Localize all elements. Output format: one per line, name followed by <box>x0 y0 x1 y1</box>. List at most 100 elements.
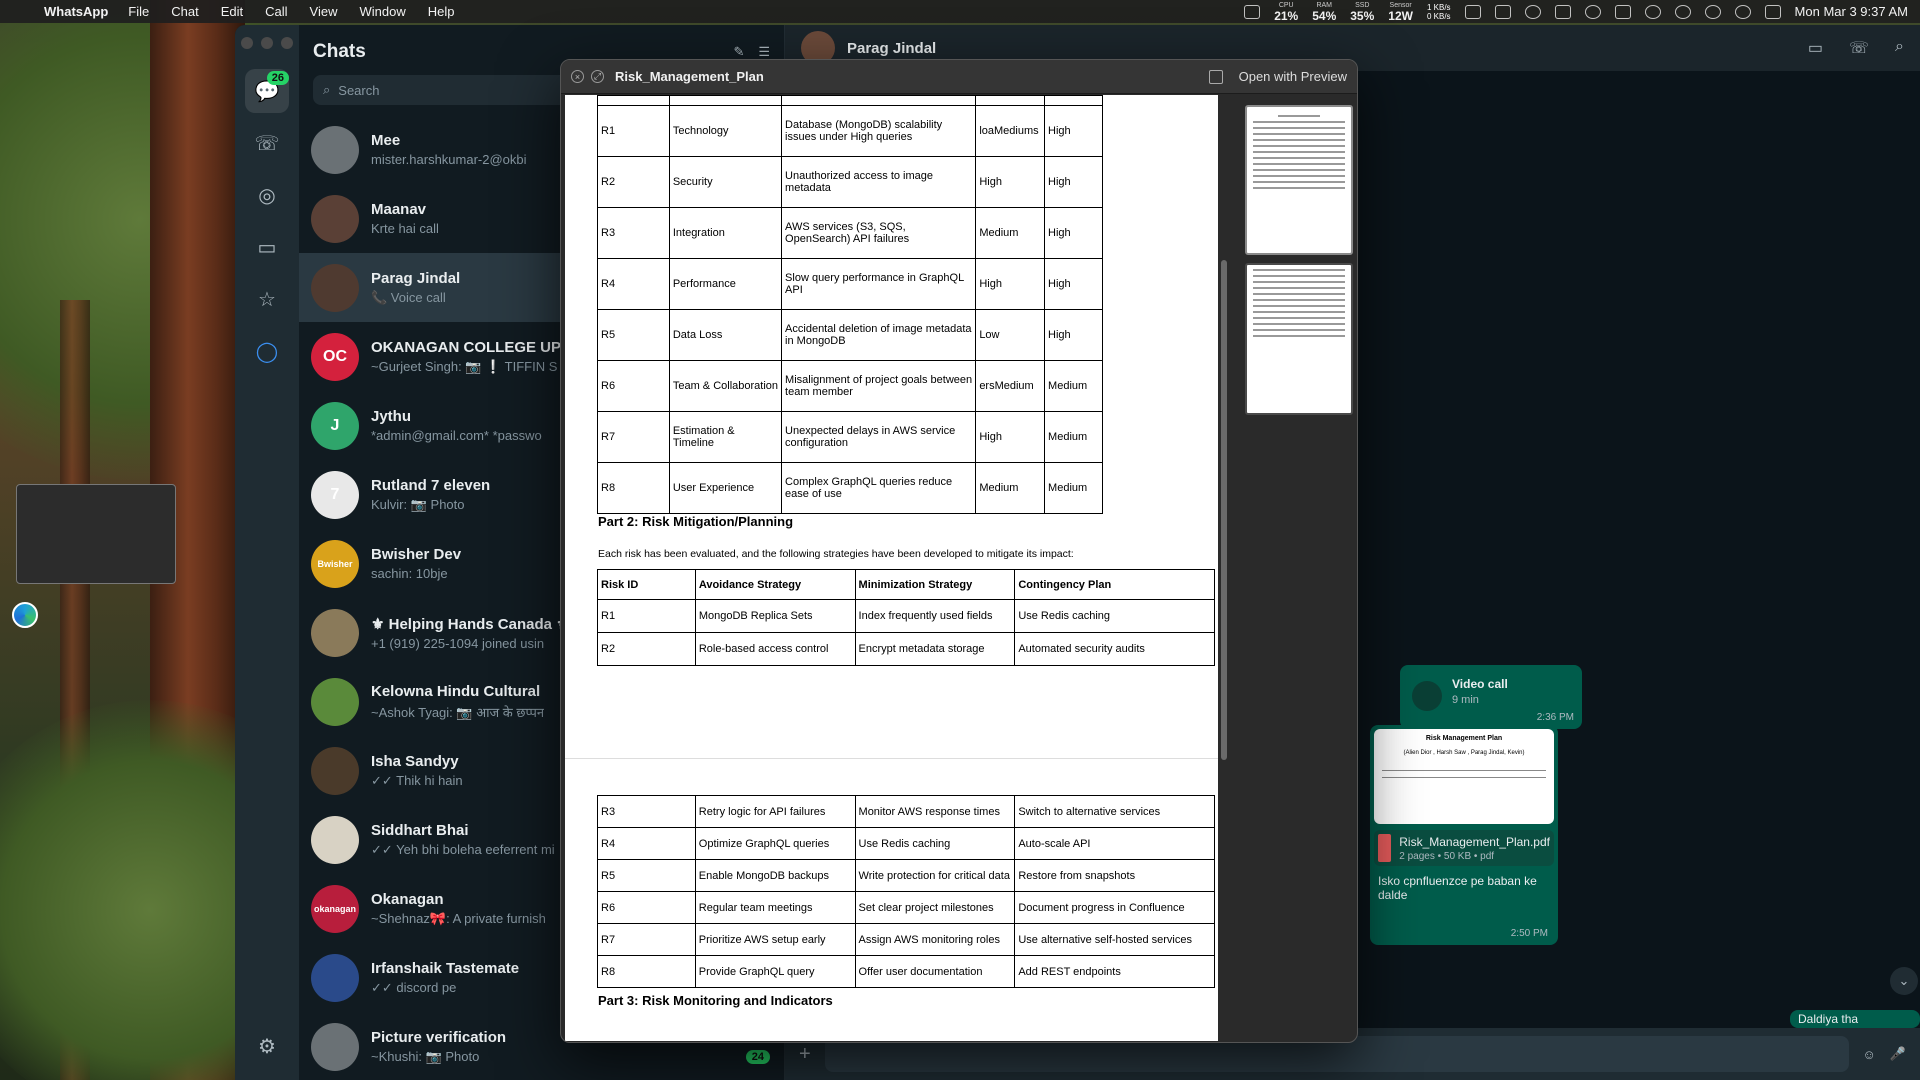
pdf-preview[interactable]: Risk Management Plan (Alien Dior , Harsh… <box>1374 729 1554 824</box>
filter-icon[interactable]: ☰ <box>758 44 770 60</box>
chats-tab[interactable]: 💬 26 <box>245 69 289 113</box>
risk-id-cell: R8 <box>597 462 670 514</box>
mitigation-contingency-cell: Use Redis caching <box>1014 599 1215 633</box>
starred-tab[interactable]: ☆ <box>245 277 289 321</box>
attach-icon[interactable]: + <box>799 1043 811 1066</box>
quicklook-window: × ⤢ Risk_Management_Plan Open with Previ… <box>560 59 1358 1043</box>
menu-view[interactable]: View <box>310 4 338 19</box>
contact-name[interactable]: Parag Jindal <box>847 40 936 57</box>
preview-scrollbar[interactable] <box>1221 260 1227 760</box>
mitigation-id-cell: R8 <box>597 955 696 988</box>
chat-avatar <box>311 125 359 174</box>
mitigation-contingency-cell: Restore from snapshots <box>1014 859 1215 892</box>
search-icon[interactable] <box>1734 4 1751 19</box>
menu-window[interactable]: Window <box>359 4 405 19</box>
cloud-icon[interactable] <box>1464 4 1481 19</box>
menu-edit[interactable]: Edit <box>221 4 243 19</box>
chat-name: Irfanshaik Tastemate <box>371 959 520 977</box>
notes-icon[interactable] <box>1494 4 1511 19</box>
risk-impact-cell: High <box>1044 156 1103 208</box>
new-chat-icon[interactable]: ✎ <box>733 44 744 60</box>
video-call-icon[interactable]: ▭ <box>1808 38 1823 58</box>
sensor-stat[interactable]: Sensor 12W <box>1388 1 1413 22</box>
ram-stat[interactable]: RAM 54% <box>1312 1 1336 22</box>
open-with-preview-button[interactable]: Open with Preview <box>1239 69 1347 84</box>
risk-probability-cell: ersMedium <box>975 360 1046 412</box>
video-call-duration: 9 min <box>1452 694 1479 706</box>
control-center-icon[interactable] <box>1764 4 1781 19</box>
video-call-bubble[interactable]: Video call 9 min 2:36 PM <box>1400 665 1582 729</box>
phone-icon: ☏ <box>254 132 280 155</box>
mitigation-id-cell: R1 <box>597 599 696 633</box>
search-icon: ⌕ <box>323 82 331 97</box>
risk-row: R1 Technology Database (MongoDB) scalabili… <box>597 105 1103 157</box>
chat-last-message: *admin@gmail.com* *passwo <box>371 428 542 443</box>
battery-icon[interactable] <box>1244 4 1261 19</box>
mitigation-minimize-cell: Encrypt metadata storage <box>854 632 1016 666</box>
risk-category-cell: Data Loss <box>668 309 783 361</box>
fullscreen-preview-button[interactable]: ⤢ <box>591 70 604 83</box>
microphone-icon[interactable]: 🎤 <box>1890 1046 1906 1062</box>
risk-impact-cell: High <box>1044 309 1103 361</box>
mitigation-id-cell: R7 <box>597 923 696 956</box>
share-icon[interactable] <box>1208 69 1223 84</box>
archived-tab[interactable]: ▭ <box>245 225 289 269</box>
search-chat-icon[interactable]: ⌕ <box>1895 38 1904 58</box>
settings-tab[interactable]: ⚙ <box>245 1024 289 1068</box>
wifi-icon[interactable] <box>1674 4 1691 19</box>
star-icon: ☆ <box>258 288 276 311</box>
emoji-icon[interactable]: ☺ <box>1863 1047 1876 1062</box>
chat-name: OKANAGAN COLLEGE UPD <box>371 338 572 356</box>
last-message-text: Daldiya tha <box>1798 1012 1859 1026</box>
edge-browser-icon[interactable] <box>12 602 38 628</box>
mitigation-contingency-cell: Switch to alternative services <box>1014 795 1215 828</box>
user-icon[interactable] <box>1704 4 1721 19</box>
minimize-window-button[interactable] <box>261 37 273 49</box>
mitigation-avoid-cell: Provide GraphQL query <box>694 955 856 988</box>
menu-help[interactable]: Help <box>428 4 455 19</box>
volume-icon[interactable] <box>1614 4 1631 19</box>
close-window-button[interactable] <box>241 37 253 49</box>
close-preview-button[interactable]: × <box>571 70 584 83</box>
menu-chat[interactable]: Chat <box>171 4 198 19</box>
menu-call[interactable]: Call <box>265 4 287 19</box>
network-stat[interactable]: 1 KB/s 0 KB/s <box>1427 3 1451 21</box>
window-controls <box>241 37 293 49</box>
quicklook-titlebar: × ⤢ Risk_Management_Plan Open with Previ… <box>561 60 1357 94</box>
menu-file[interactable]: File <box>128 4 149 19</box>
page-thumbnail-1[interactable] <box>1245 105 1353 255</box>
document-message[interactable]: Risk Management Plan (Alien Dior , Harsh… <box>1370 725 1558 945</box>
last-message[interactable]: Daldiya tha <box>1790 1010 1920 1028</box>
voice-call-icon[interactable]: ☏ <box>1849 38 1869 58</box>
risk-category-cell: Security <box>668 156 783 208</box>
nav-rail: 💬 26 ☏ ◎ ▭ ☆ ◯ ⚙ <box>235 25 299 1080</box>
timer-icon[interactable] <box>1524 4 1541 19</box>
chat-last-message: Krte hai call <box>371 221 439 236</box>
page-thumbnail-2[interactable] <box>1245 263 1353 415</box>
risk-description-cell: AWS services (S3, SQS, OpenSearch) API f… <box>781 207 977 259</box>
cpu-stat[interactable]: CPU 21% <box>1274 1 1298 22</box>
chat-avatar <box>311 608 359 657</box>
pdf-page-view[interactable]: R1 Technology Database (MongoDB) scalabili… <box>565 95 1218 1041</box>
message-time: 2:50 PM <box>1510 928 1548 939</box>
risk-id-cell: R7 <box>597 411 670 463</box>
scroll-down-button[interactable]: ⌄ <box>1890 967 1918 995</box>
chat-last-message: ~Shehnaz🎀: A private furnish <box>371 910 546 926</box>
risk-description-cell: Unauthorized access to image metadata <box>781 156 977 208</box>
bluetooth-icon[interactable] <box>1584 4 1601 19</box>
status-tab[interactable]: ◎ <box>245 173 289 217</box>
zoom-window-button[interactable] <box>281 37 293 49</box>
search-input[interactable] <box>338 82 539 98</box>
desktop-window-thumbnail[interactable] <box>16 484 176 584</box>
risk-description-cell: Slow query performance in GraphQL API <box>781 258 977 310</box>
menubar-clock[interactable]: Mon Mar 3 9:37 AM <box>1795 4 1908 19</box>
display-icon[interactable] <box>1554 4 1571 19</box>
calls-tab[interactable]: ☏ <box>245 121 289 165</box>
app-menu[interactable]: WhatsApp <box>44 4 108 19</box>
play-icon[interactable] <box>1644 4 1661 19</box>
status-icon: ◎ <box>258 184 276 207</box>
meta-ai-tab[interactable]: ◯ <box>245 329 289 373</box>
mitigation-row: R4 Optimize GraphQL queries Use Redis cach… <box>597 827 1215 860</box>
risk-category-cell: Team & Collaboration <box>668 360 783 412</box>
ssd-stat[interactable]: SSD 35% <box>1350 1 1374 22</box>
